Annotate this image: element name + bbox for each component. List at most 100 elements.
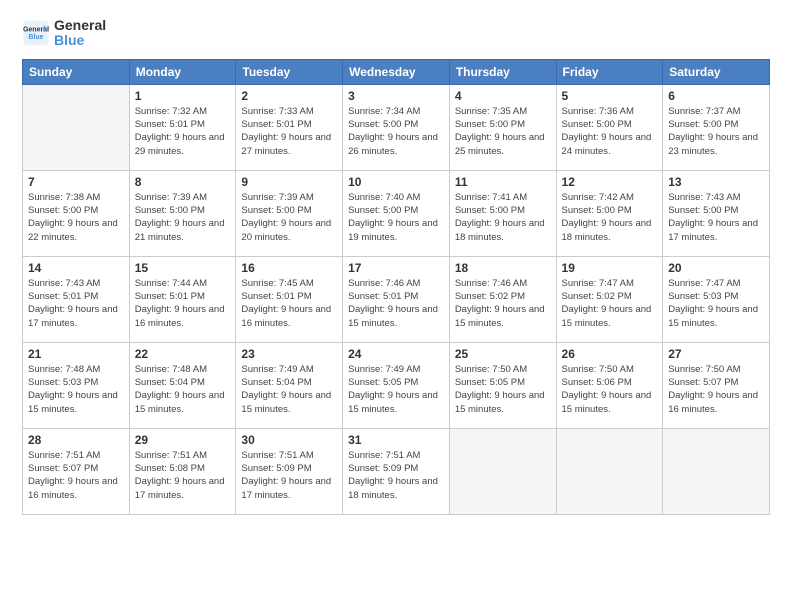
- calendar-cell: [663, 428, 770, 514]
- day-number: 23: [241, 347, 337, 361]
- calendar-cell: 16 Sunrise: 7:45 AMSunset: 5:01 PMDayligh…: [236, 256, 343, 342]
- header-sunday: Sunday: [23, 59, 130, 84]
- day-info: Sunrise: 7:51 AMSunset: 5:09 PMDaylight:…: [241, 449, 337, 502]
- calendar: SundayMondayTuesdayWednesdayThursdayFrid…: [22, 59, 770, 515]
- calendar-week-1: 7 Sunrise: 7:38 AMSunset: 5:00 PMDaylight…: [23, 170, 770, 256]
- calendar-cell: 7 Sunrise: 7:38 AMSunset: 5:00 PMDaylight…: [23, 170, 130, 256]
- day-number: 21: [28, 347, 124, 361]
- calendar-cell: 23 Sunrise: 7:49 AMSunset: 5:04 PMDayligh…: [236, 342, 343, 428]
- day-number: 4: [455, 89, 551, 103]
- day-info: Sunrise: 7:49 AMSunset: 5:05 PMDaylight:…: [348, 363, 444, 416]
- calendar-cell: 18 Sunrise: 7:46 AMSunset: 5:02 PMDayligh…: [449, 256, 556, 342]
- calendar-week-3: 21 Sunrise: 7:48 AMSunset: 5:03 PMDayligh…: [23, 342, 770, 428]
- calendar-cell: 12 Sunrise: 7:42 AMSunset: 5:00 PMDayligh…: [556, 170, 663, 256]
- day-number: 9: [241, 175, 337, 189]
- day-info: Sunrise: 7:43 AMSunset: 5:00 PMDaylight:…: [668, 191, 764, 244]
- day-info: Sunrise: 7:48 AMSunset: 5:03 PMDaylight:…: [28, 363, 124, 416]
- day-number: 7: [28, 175, 124, 189]
- day-number: 29: [135, 433, 231, 447]
- page: General Blue General Blue SundayMondayTu…: [0, 0, 792, 612]
- day-number: 19: [562, 261, 658, 275]
- day-info: Sunrise: 7:40 AMSunset: 5:00 PMDaylight:…: [348, 191, 444, 244]
- logo: General Blue General Blue: [22, 18, 106, 49]
- day-number: 30: [241, 433, 337, 447]
- day-info: Sunrise: 7:39 AMSunset: 5:00 PMDaylight:…: [135, 191, 231, 244]
- calendar-cell: 25 Sunrise: 7:50 AMSunset: 5:05 PMDayligh…: [449, 342, 556, 428]
- day-info: Sunrise: 7:45 AMSunset: 5:01 PMDaylight:…: [241, 277, 337, 330]
- day-info: Sunrise: 7:38 AMSunset: 5:00 PMDaylight:…: [28, 191, 124, 244]
- day-info: Sunrise: 7:51 AMSunset: 5:09 PMDaylight:…: [348, 449, 444, 502]
- day-number: 5: [562, 89, 658, 103]
- day-number: 28: [28, 433, 124, 447]
- header-monday: Monday: [129, 59, 236, 84]
- calendar-header-row: SundayMondayTuesdayWednesdayThursdayFrid…: [23, 59, 770, 84]
- day-info: Sunrise: 7:39 AMSunset: 5:00 PMDaylight:…: [241, 191, 337, 244]
- calendar-cell: 4 Sunrise: 7:35 AMSunset: 5:00 PMDaylight…: [449, 84, 556, 170]
- day-number: 31: [348, 433, 444, 447]
- calendar-cell: 28 Sunrise: 7:51 AMSunset: 5:07 PMDayligh…: [23, 428, 130, 514]
- calendar-cell: 22Sunrise: 7:48 AMSunset: 5:04 PMDayligh…: [129, 342, 236, 428]
- day-number: 15: [135, 261, 231, 275]
- day-number: 16: [241, 261, 337, 275]
- calendar-cell: 6Sunrise: 7:37 AMSunset: 5:00 PMDaylight…: [663, 84, 770, 170]
- calendar-cell: 14Sunrise: 7:43 AMSunset: 5:01 PMDayligh…: [23, 256, 130, 342]
- calendar-week-0: 1Sunrise: 7:32 AMSunset: 5:01 PMDaylight…: [23, 84, 770, 170]
- calendar-cell: 21 Sunrise: 7:48 AMSunset: 5:03 PMDayligh…: [23, 342, 130, 428]
- calendar-cell: 5 Sunrise: 7:36 AMSunset: 5:00 PMDaylight…: [556, 84, 663, 170]
- day-info: Sunrise: 7:43 AMSunset: 5:01 PMDaylight:…: [28, 277, 124, 330]
- day-info: Sunrise: 7:35 AMSunset: 5:00 PMDaylight:…: [455, 105, 551, 158]
- day-info: Sunrise: 7:49 AMSunset: 5:04 PMDaylight:…: [241, 363, 337, 416]
- day-info: Sunrise: 7:51 AMSunset: 5:08 PMDaylight:…: [135, 449, 231, 502]
- day-info: Sunrise: 7:46 AMSunset: 5:02 PMDaylight:…: [455, 277, 551, 330]
- calendar-cell: 9 Sunrise: 7:39 AMSunset: 5:00 PMDaylight…: [236, 170, 343, 256]
- svg-text:Blue: Blue: [28, 35, 43, 42]
- day-number: 10: [348, 175, 444, 189]
- day-info: Sunrise: 7:46 AMSunset: 5:01 PMDaylight:…: [348, 277, 444, 330]
- day-number: 13: [668, 175, 764, 189]
- day-number: 24: [348, 347, 444, 361]
- day-number: 25: [455, 347, 551, 361]
- calendar-cell: 26 Sunrise: 7:50 AMSunset: 5:06 PMDayligh…: [556, 342, 663, 428]
- day-number: 1: [135, 89, 231, 103]
- header-friday: Friday: [556, 59, 663, 84]
- day-number: 12: [562, 175, 658, 189]
- day-info: Sunrise: 7:47 AMSunset: 5:03 PMDaylight:…: [668, 277, 764, 330]
- day-number: 26: [562, 347, 658, 361]
- header-tuesday: Tuesday: [236, 59, 343, 84]
- day-info: Sunrise: 7:41 AMSunset: 5:00 PMDaylight:…: [455, 191, 551, 244]
- header-saturday: Saturday: [663, 59, 770, 84]
- day-info: Sunrise: 7:44 AMSunset: 5:01 PMDaylight:…: [135, 277, 231, 330]
- calendar-cell: 27 Sunrise: 7:50 AMSunset: 5:07 PMDayligh…: [663, 342, 770, 428]
- logo-icon: General Blue: [22, 19, 50, 47]
- header-thursday: Thursday: [449, 59, 556, 84]
- day-info: Sunrise: 7:36 AMSunset: 5:00 PMDaylight:…: [562, 105, 658, 158]
- calendar-cell: 2Sunrise: 7:33 AMSunset: 5:01 PMDaylight…: [236, 84, 343, 170]
- calendar-cell: 8Sunrise: 7:39 AMSunset: 5:00 PMDaylight…: [129, 170, 236, 256]
- day-number: 3: [348, 89, 444, 103]
- day-info: Sunrise: 7:50 AMSunset: 5:06 PMDaylight:…: [562, 363, 658, 416]
- calendar-week-4: 28 Sunrise: 7:51 AMSunset: 5:07 PMDayligh…: [23, 428, 770, 514]
- day-info: Sunrise: 7:50 AMSunset: 5:05 PMDaylight:…: [455, 363, 551, 416]
- day-info: Sunrise: 7:42 AMSunset: 5:00 PMDaylight:…: [562, 191, 658, 244]
- day-info: Sunrise: 7:50 AMSunset: 5:07 PMDaylight:…: [668, 363, 764, 416]
- calendar-cell: [449, 428, 556, 514]
- calendar-cell: 10 Sunrise: 7:40 AMSunset: 5:00 PMDayligh…: [343, 170, 450, 256]
- day-number: 20: [668, 261, 764, 275]
- day-number: 18: [455, 261, 551, 275]
- calendar-cell: 31 Sunrise: 7:51 AMSunset: 5:09 PMDayligh…: [343, 428, 450, 514]
- header-wednesday: Wednesday: [343, 59, 450, 84]
- calendar-cell: 20 Sunrise: 7:47 AMSunset: 5:03 PMDayligh…: [663, 256, 770, 342]
- calendar-cell: [556, 428, 663, 514]
- day-info: Sunrise: 7:34 AMSunset: 5:00 PMDaylight:…: [348, 105, 444, 158]
- day-info: Sunrise: 7:47 AMSunset: 5:02 PMDaylight:…: [562, 277, 658, 330]
- calendar-cell: 1Sunrise: 7:32 AMSunset: 5:01 PMDaylight…: [129, 84, 236, 170]
- day-number: 22: [135, 347, 231, 361]
- calendar-cell: 17Sunrise: 7:46 AMSunset: 5:01 PMDayligh…: [343, 256, 450, 342]
- day-info: Sunrise: 7:33 AMSunset: 5:01 PMDaylight:…: [241, 105, 337, 158]
- day-info: Sunrise: 7:51 AMSunset: 5:07 PMDaylight:…: [28, 449, 124, 502]
- day-number: 11: [455, 175, 551, 189]
- header: General Blue General Blue: [22, 18, 770, 49]
- day-number: 27: [668, 347, 764, 361]
- calendar-cell: 11 Sunrise: 7:41 AMSunset: 5:00 PMDayligh…: [449, 170, 556, 256]
- calendar-week-2: 14Sunrise: 7:43 AMSunset: 5:01 PMDayligh…: [23, 256, 770, 342]
